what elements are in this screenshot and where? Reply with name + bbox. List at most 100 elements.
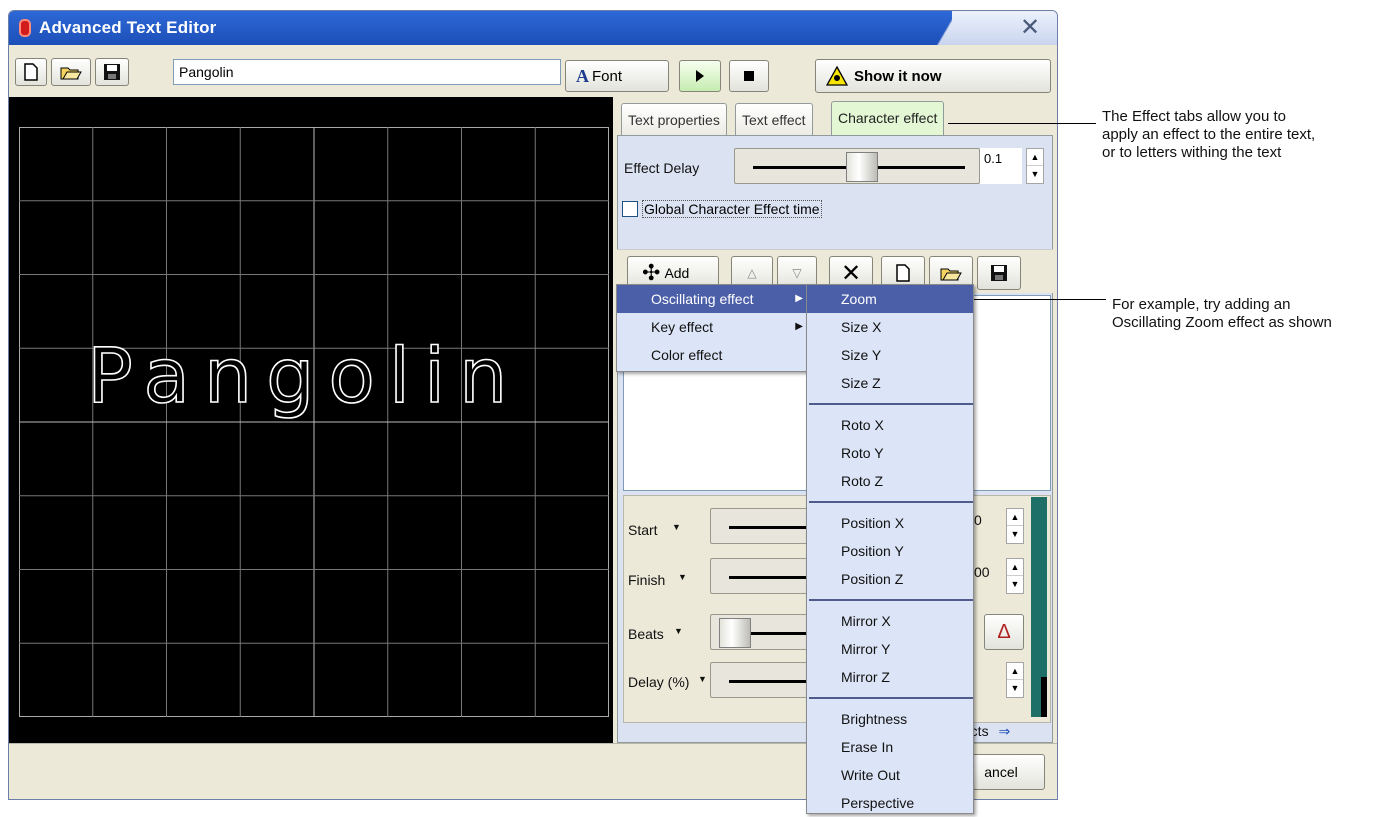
menu-item-label: Size Z xyxy=(841,375,881,391)
menu-item-label: Position X xyxy=(841,515,905,531)
finish-dropdown-icon[interactable]: ▼ xyxy=(678,572,687,582)
finish-label[interactable]: Finish xyxy=(628,572,665,588)
effect-delay-value[interactable]: 0.1 xyxy=(980,148,1022,184)
spin-down-icon[interactable]: ▼ xyxy=(1007,526,1023,543)
warning-icon xyxy=(826,66,848,86)
stop-button[interactable] xyxy=(729,60,769,92)
menu-separator xyxy=(809,697,973,699)
open-file-button[interactable] xyxy=(51,58,91,86)
menu-item[interactable]: Mirror X xyxy=(807,607,973,635)
play-icon xyxy=(696,70,704,82)
menu-item[interactable]: Color effect xyxy=(617,341,811,369)
menu-item[interactable]: Perspective xyxy=(807,789,973,817)
menu-item-label: Position Y xyxy=(841,543,904,559)
effect-delay-spinner[interactable]: ▲ ▼ xyxy=(1026,148,1044,184)
arrow-up-icon: △ xyxy=(747,266,757,280)
tabs-annotation: The Effect tabs allow you to apply an ef… xyxy=(1102,108,1315,162)
floppy-disk-icon xyxy=(991,265,1007,281)
menu-item[interactable]: Position Y xyxy=(807,537,973,565)
menu-item[interactable]: Roto Y xyxy=(807,439,973,467)
menu-item[interactable]: Write Out xyxy=(807,761,973,789)
menu-item[interactable]: Size X xyxy=(807,313,973,341)
start-value[interactable]: 0 xyxy=(974,512,982,528)
finish-spinner[interactable]: ▲ ▼ xyxy=(1006,558,1024,594)
spin-up-icon[interactable]: ▲ xyxy=(1007,663,1023,680)
menu-item-label: Mirror Y xyxy=(841,641,891,657)
menu-item-label: Perspective xyxy=(841,795,915,811)
menu-separator xyxy=(809,501,973,503)
delay-percent-spinner[interactable]: ▲ ▼ xyxy=(1006,662,1024,698)
menu-item-label: Key effect xyxy=(651,319,714,335)
oscillating-effect-submenu: Zoom Size X Size Y Size Z Roto X Roto Y Roto Z… xyxy=(806,284,974,814)
play-button[interactable] xyxy=(679,60,721,92)
menu-item-label: Erase In xyxy=(841,739,894,755)
tab-text-properties[interactable]: Text properties xyxy=(621,103,727,135)
menu-item[interactable]: Mirror Y xyxy=(807,635,973,663)
menu-item[interactable]: Brightness xyxy=(807,705,973,733)
slider-thumb[interactable] xyxy=(846,152,878,182)
finish-value[interactable]: 00 xyxy=(974,564,990,580)
show-it-now-button[interactable]: Show it now xyxy=(815,59,1051,93)
menu-item[interactable]: Mirror Z xyxy=(807,663,973,691)
menu-separator xyxy=(809,599,973,601)
menu-item-label: Mirror X xyxy=(841,613,891,629)
spin-up-icon[interactable]: ▲ xyxy=(1007,559,1023,576)
font-button[interactable]: A Font xyxy=(565,60,669,92)
start-label[interactable]: Start xyxy=(628,522,658,538)
menu-item[interactable]: Roto X xyxy=(807,411,973,439)
menu-item[interactable]: Size Y xyxy=(807,341,973,369)
title-bar[interactable]: Advanced Text Editor ✕ xyxy=(9,11,1057,45)
start-spinner[interactable]: ▲ ▼ xyxy=(1006,508,1024,544)
new-file-icon xyxy=(24,63,38,81)
tabs-annotation-line: apply an effect to the entire text, xyxy=(1102,126,1316,143)
menu-item[interactable]: Position Z xyxy=(807,565,973,593)
example-annotation-line: For example, try adding an xyxy=(1112,296,1291,313)
open-folder-icon xyxy=(60,67,82,80)
close-button[interactable]: ✕ xyxy=(1017,15,1043,41)
font-button-label: Font xyxy=(592,67,623,85)
spin-down-icon[interactable]: ▼ xyxy=(1007,680,1023,697)
preview-text: Pangolin xyxy=(86,330,522,421)
slider-thumb[interactable] xyxy=(719,618,751,648)
example-annotation-leader xyxy=(966,299,1106,300)
beats-label[interactable]: Beats xyxy=(628,626,664,642)
floppy-disk-icon xyxy=(104,64,120,80)
menu-item-label: Roto Y xyxy=(841,445,884,461)
spin-down-icon[interactable]: ▼ xyxy=(1007,576,1023,593)
delay-dropdown-icon[interactable]: ▼ xyxy=(698,674,707,684)
stop-icon xyxy=(744,71,754,81)
spin-up-icon[interactable]: ▲ xyxy=(1007,509,1023,526)
tab-text-effect[interactable]: Text effect xyxy=(735,103,813,135)
start-dropdown-icon[interactable]: ▼ xyxy=(672,522,681,532)
spin-down-icon[interactable]: ▼ xyxy=(1027,166,1043,183)
delay-percent-label[interactable]: Delay (%) xyxy=(628,674,689,690)
menu-item[interactable]: Erase In xyxy=(807,733,973,761)
menu-item[interactable]: Position X xyxy=(807,509,973,537)
text-input[interactable] xyxy=(173,59,561,85)
save-file-button[interactable] xyxy=(95,58,129,86)
menu-item[interactable]: Roto Z xyxy=(807,467,973,495)
new-file-button[interactable] xyxy=(15,58,47,86)
spin-up-icon[interactable]: ▲ xyxy=(1027,149,1043,166)
metronome-icon: Δ xyxy=(997,620,1011,643)
menu-item[interactable]: Size Z xyxy=(807,369,973,397)
new-file-icon xyxy=(896,264,910,282)
menu-item[interactable]: Zoom xyxy=(807,285,973,313)
global-character-effect-checkbox[interactable]: Global Character Effect time xyxy=(622,200,822,218)
open-folder-icon xyxy=(940,268,962,281)
arrow-down-icon: ▽ xyxy=(792,266,802,280)
beats-dropdown-icon[interactable]: ▼ xyxy=(674,626,683,636)
save-effect-button[interactable] xyxy=(977,256,1021,290)
menu-item[interactable]: Oscillating effect ▶ xyxy=(617,285,811,313)
menu-item[interactable]: Key effect ▶ xyxy=(617,313,811,341)
metronome-button[interactable]: Δ xyxy=(984,614,1024,650)
submenu-arrow-icon: ▶ xyxy=(795,293,803,304)
effect-delay-slider[interactable] xyxy=(734,148,980,184)
font-icon: A xyxy=(576,65,589,86)
menu-item-label: Roto Z xyxy=(841,473,884,489)
menu-item-label: Position Z xyxy=(841,571,904,587)
checkbox-box[interactable] xyxy=(622,201,638,217)
menu-item-label: Write Out xyxy=(841,767,900,783)
text-preview-canvas[interactable]: Pangolin xyxy=(9,97,613,743)
tab-character-effect[interactable]: Character effect xyxy=(831,101,945,135)
